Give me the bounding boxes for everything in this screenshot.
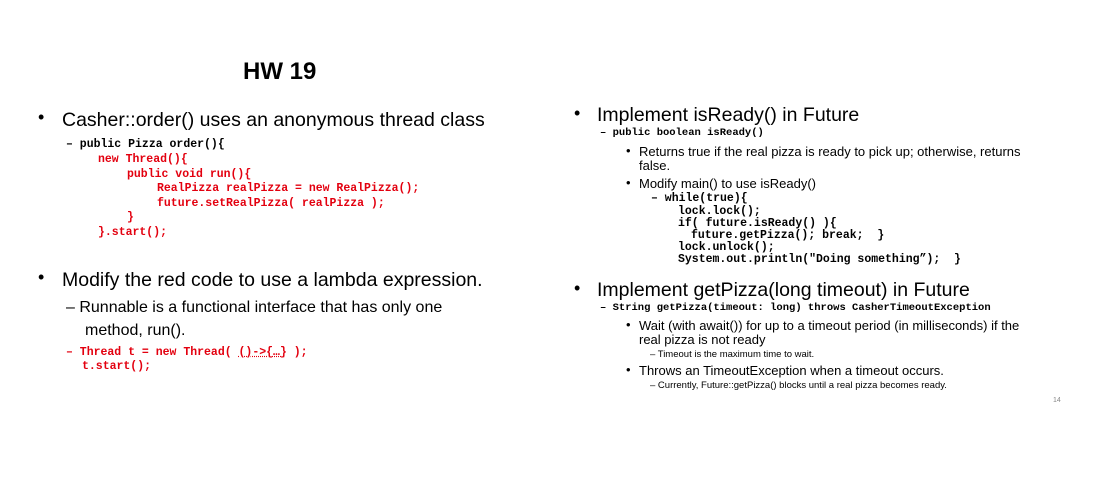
right-bullet1-sub1-line1: Returns true if the real pizza is ready …	[639, 144, 1021, 159]
code-line: new Thread(){	[98, 153, 188, 166]
code-line: future.setRealPizza( realPizza );	[157, 197, 385, 210]
code-line: – while(true){	[651, 192, 748, 205]
right-bullet1-signature: – public boolean isReady()	[600, 127, 764, 139]
right-bullet2-signature: – String getPizza(timeout: long) throws …	[600, 302, 991, 314]
lambda-code-pre: – Thread t = new Thread(	[66, 346, 239, 359]
left-bullet1-text: Casher::order() uses an anonymous thread…	[62, 109, 485, 131]
right-bullet1-text: Implement isReady() in Future	[597, 104, 860, 126]
code-line: }	[127, 211, 134, 224]
right-bullet1-sub1-line2: false.	[639, 158, 671, 173]
left-bullet2-sub-line1: – Runnable is a functional interface tha…	[66, 299, 443, 316]
lambda-code-line2: t.start();	[82, 360, 152, 373]
left-bullet2-text: Modify the red code to use a lambda expr…	[62, 269, 483, 291]
left-bullet1-signature: – public Pizza order(){	[66, 138, 225, 151]
bullet-icon: •	[574, 103, 581, 123]
bullet-icon: •	[38, 267, 45, 287]
right-bullet2-sub1-note: – Timeout is the maximum time to wait.	[650, 349, 815, 360]
right-bullet2-sub2-note: – Currently, Future::getPizza() blocks u…	[650, 380, 947, 391]
right-bullet2-sub1-line1: Wait (with await()) for up to a timeout …	[639, 318, 1020, 333]
code-line: System.out.println("Doing something”); }	[678, 253, 961, 266]
lambda-code-post: );	[286, 346, 308, 359]
code-line: RealPizza realPizza = new RealPizza();	[157, 182, 420, 195]
page-number: 14	[1053, 397, 1061, 404]
bullet-icon: •	[626, 362, 631, 377]
left-bullet2-sub-line2: method, run().	[85, 322, 186, 339]
code-line: public void run(){	[127, 168, 252, 181]
bullet-icon: •	[626, 175, 631, 190]
bullet-icon: •	[626, 143, 631, 158]
right-bullet1-sub2: Modify main() to use isReady()	[639, 176, 816, 191]
lambda-code-line: – Thread t = new Thread( ()->{…} );	[66, 346, 308, 359]
right-bullet2-sub1-line2: real pizza is not ready	[639, 332, 766, 347]
right-bullet2-sub2: Throws an TimeoutException when a timeou…	[639, 363, 944, 378]
slide-title: HW 19	[243, 58, 317, 85]
bullet-icon: •	[574, 278, 581, 298]
bullet-icon: •	[38, 107, 45, 127]
code-line: }.start();	[98, 226, 168, 239]
bullet-icon: •	[626, 317, 631, 332]
right-bullet2-text: Implement getPizza(long timeout) in Futu…	[597, 279, 970, 301]
lambda-code-lambda: ()->{…}	[238, 346, 287, 359]
